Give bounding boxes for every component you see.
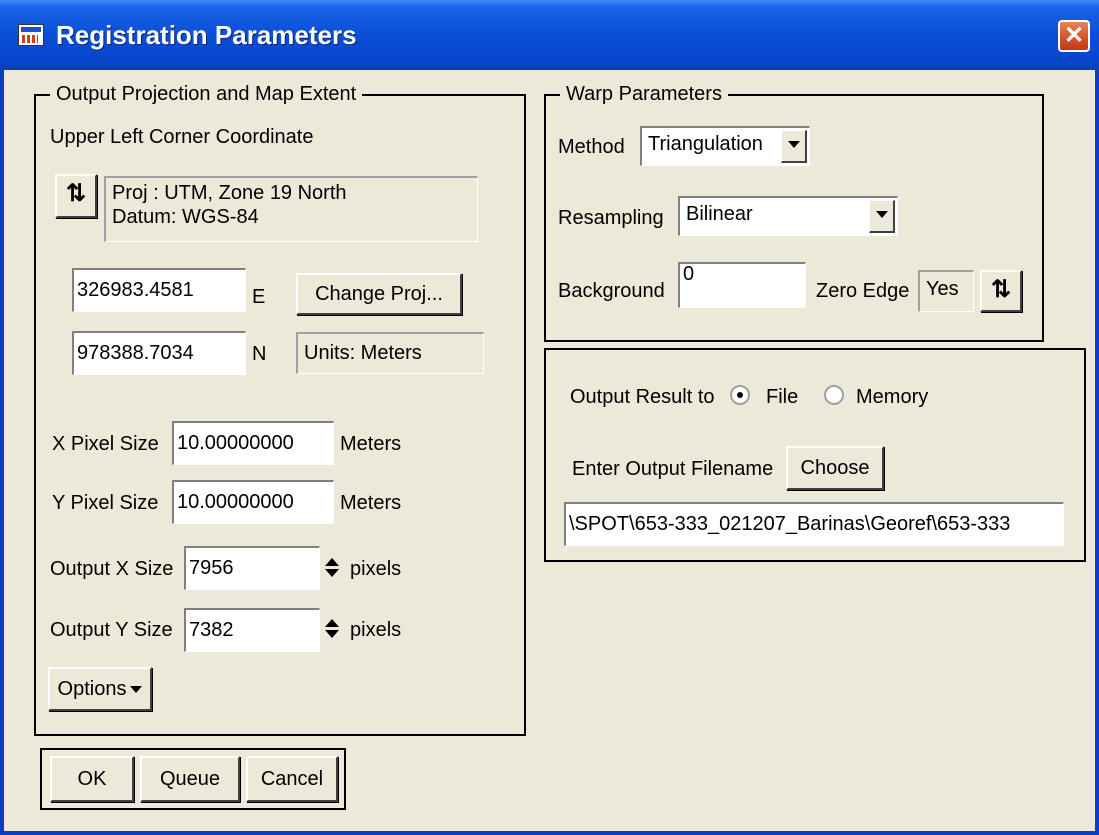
group-title: Output Projection and Map Extent	[50, 83, 363, 106]
zero-edge-toggle-button[interactable]: ⇅	[980, 270, 1022, 312]
cancel-button[interactable]: Cancel	[246, 756, 338, 802]
dropdown-arrow-icon[interactable]	[781, 130, 807, 163]
window-title: Registration Parameters	[56, 20, 357, 50]
resampling-select[interactable]: Bilinear	[678, 196, 898, 236]
projection-toggle-button[interactable]: ⇅	[55, 174, 97, 218]
x-pixel-size-label: X Pixel Size	[52, 433, 159, 455]
options-label: Options	[57, 678, 127, 700]
northing-input[interactable]: 978388.7034	[72, 331, 246, 375]
output-result-label: Output Result to	[570, 386, 715, 408]
file-radio[interactable]	[730, 385, 750, 405]
output-y-size-input[interactable]: 7382	[184, 608, 320, 652]
northing-unit-label: N	[252, 343, 267, 365]
method-value: Triangulation	[648, 133, 763, 155]
y-pixel-size-label: Y Pixel Size	[52, 492, 159, 514]
ok-button[interactable]: OK	[50, 756, 134, 802]
title-bar[interactable]: Registration Parameters ✕	[0, 0, 1099, 70]
output-y-spinner[interactable]	[322, 615, 340, 643]
y-pixel-unit-label: Meters	[340, 492, 402, 514]
projection-info: Proj : UTM, Zone 19 North Datum: WGS-84	[104, 176, 478, 242]
output-filename-label: Enter Output Filename	[572, 458, 774, 480]
method-label: Method	[558, 136, 625, 158]
resampling-value: Bilinear	[686, 203, 753, 225]
easting-input[interactable]: 326983.4581	[72, 268, 246, 312]
output-y-size-label: Output Y Size	[50, 619, 173, 641]
app-icon	[18, 24, 44, 46]
x-pixel-unit-label: Meters	[340, 433, 402, 455]
output-x-size-input[interactable]: 7956	[184, 546, 320, 590]
zero-edge-value: Yes	[918, 270, 974, 312]
file-radio-label[interactable]: File	[766, 386, 798, 409]
zero-edge-label: Zero Edge	[816, 280, 910, 302]
easting-unit-label: E	[252, 286, 266, 308]
memory-radio-label[interactable]: Memory	[856, 386, 928, 409]
swap-arrows-icon: ⇅	[65, 180, 87, 207]
background-input[interactable]: 0	[678, 262, 806, 308]
upper-left-label: Upper Left Corner Coordinate	[50, 126, 314, 148]
memory-radio[interactable]	[824, 385, 844, 405]
units-label: Units: Meters	[296, 332, 484, 374]
x-pixel-size-input[interactable]: 10.00000000	[172, 421, 334, 465]
queue-button[interactable]: Queue	[140, 756, 240, 802]
close-button[interactable]: ✕	[1058, 20, 1090, 52]
output-x-unit-label: pixels	[350, 558, 402, 580]
group-title: Warp Parameters	[560, 83, 728, 106]
output-filename-input[interactable]: \SPOT\653-333_021207_Barinas\Georef\653-…	[564, 502, 1064, 546]
registration-dialog: Registration Parameters ✕ Output Project…	[0, 0, 1099, 835]
method-select[interactable]: Triangulation	[640, 126, 810, 166]
dropdown-arrow-icon[interactable]	[869, 200, 895, 233]
options-button[interactable]: Options	[48, 667, 152, 711]
dropdown-arrow-icon	[130, 686, 143, 694]
output-x-size-label: Output X Size	[50, 558, 174, 580]
y-pixel-size-input[interactable]: 10.00000000	[172, 480, 334, 524]
output-x-spinner[interactable]	[322, 554, 340, 582]
background-label: Background	[558, 280, 665, 302]
choose-button[interactable]: Choose	[786, 446, 884, 490]
change-proj-button[interactable]: Change Proj...	[296, 273, 462, 315]
resampling-label: Resampling	[558, 207, 664, 229]
output-y-unit-label: pixels	[350, 619, 402, 641]
swap-arrows-icon: ⇅	[990, 276, 1012, 303]
projection-line: Proj : UTM, Zone 19 North	[112, 182, 347, 204]
datum-line: Datum: WGS-84	[112, 206, 259, 228]
